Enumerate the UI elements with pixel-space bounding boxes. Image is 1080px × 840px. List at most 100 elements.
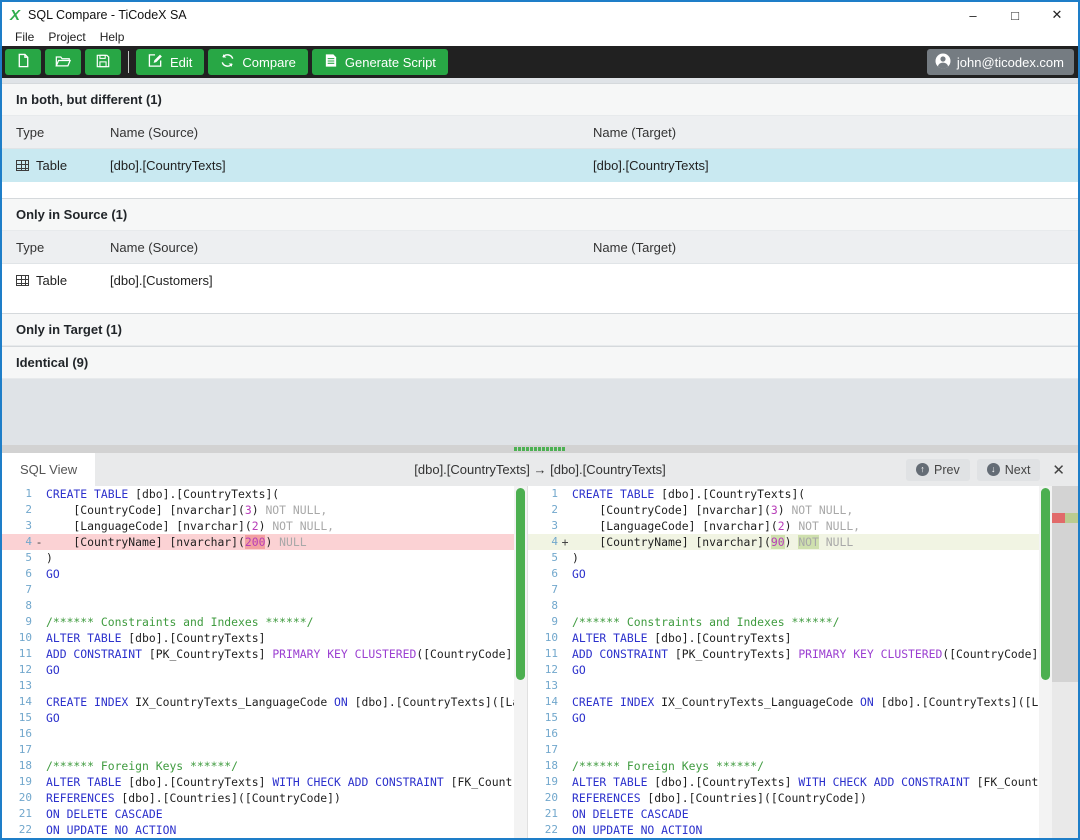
- splitter-grip-icon: [514, 447, 566, 451]
- user-account-badge[interactable]: john@ticodex.com: [927, 49, 1074, 75]
- open-folder-icon: [55, 54, 71, 71]
- line-number: 5: [2, 550, 32, 566]
- compare-button[interactable]: Compare: [208, 49, 307, 75]
- row-type-label: Table: [36, 158, 67, 173]
- arrow-down-circle-icon: ↓: [987, 463, 1000, 476]
- code-line: 19ALTER TABLE [dbo].[CountryTexts] WITH …: [528, 774, 1039, 790]
- save-project-button[interactable]: [85, 49, 121, 75]
- pane-splitter[interactable]: [2, 445, 1078, 453]
- generate-script-button[interactable]: Generate Script: [312, 49, 448, 75]
- code-line: 14CREATE INDEX IX_CountryTexts_LanguageC…: [2, 694, 514, 710]
- code-line: 20REFERENCES [dbo].[Countries]([CountryC…: [528, 790, 1039, 806]
- code-line: 14CREATE INDEX IX_CountryTexts_LanguageC…: [528, 694, 1039, 710]
- overview-removed-mark: [1052, 513, 1065, 523]
- menu-file[interactable]: File: [8, 30, 41, 44]
- code-line: 22ON UPDATE NO ACTION: [2, 822, 514, 838]
- line-number: 8: [2, 598, 32, 614]
- diff-sign: [32, 486, 46, 502]
- diff-sign: [32, 518, 46, 534]
- section-header[interactable]: Only in Source (1): [2, 198, 1078, 231]
- section-header[interactable]: Only in Target (1): [2, 313, 1078, 346]
- code-text: [46, 678, 514, 694]
- table-row[interactable]: Table[dbo].[Customers]: [2, 264, 1078, 297]
- diff-sign: [558, 726, 572, 742]
- section: Only in Target (1): [2, 313, 1078, 346]
- section-header[interactable]: In both, but different (1): [2, 83, 1078, 116]
- line-number: 1: [2, 486, 32, 502]
- line-number: 2: [2, 502, 32, 518]
- close-sqlview-button[interactable]: ✕: [1047, 461, 1070, 479]
- code-text: ALTER TABLE [dbo].[CountryTexts] WITH CH…: [572, 774, 1039, 790]
- diff-sign: [32, 774, 46, 790]
- code-text: [46, 582, 514, 598]
- next-diff-button[interactable]: ↓ Next: [977, 459, 1041, 481]
- source-scrollbar-thumb[interactable]: [516, 488, 525, 680]
- prev-diff-button[interactable]: ↑ Prev: [906, 459, 970, 481]
- line-number: 4: [2, 534, 32, 550]
- table-row[interactable]: Table[dbo].[CountryTexts][dbo].[CountryT…: [2, 149, 1078, 182]
- code-text: [572, 726, 1039, 742]
- code-text: [572, 598, 1039, 614]
- edit-button[interactable]: Edit: [136, 49, 204, 75]
- code-text: /****** Constraints and Indexes ******/: [572, 614, 1039, 630]
- line-number: 17: [528, 742, 558, 758]
- code-text: ADD CONSTRAINT [PK_CountryTexts] PRIMARY…: [572, 646, 1039, 662]
- line-number: 15: [2, 710, 32, 726]
- next-button-label: Next: [1005, 463, 1031, 477]
- diff-sign: [558, 614, 572, 630]
- row-type-label: Table: [36, 273, 67, 288]
- line-number: 2: [528, 502, 558, 518]
- row-type-cell: Table: [2, 158, 110, 173]
- close-button[interactable]: ✕: [1036, 2, 1078, 28]
- tab-sql-view[interactable]: SQL View: [2, 453, 95, 486]
- line-number: 11: [2, 646, 32, 662]
- code-line: 8: [2, 598, 514, 614]
- compare-button-label: Compare: [242, 55, 295, 70]
- code-text: CREATE INDEX IX_CountryTexts_LanguageCod…: [46, 694, 514, 710]
- user-email: john@ticodex.com: [957, 55, 1064, 70]
- diff-overview-ruler[interactable]: [1052, 486, 1078, 838]
- code-text: ON UPDATE NO ACTION: [46, 822, 514, 838]
- diff-sign: [558, 566, 572, 582]
- code-text: GO: [572, 710, 1039, 726]
- code-text: ): [46, 550, 514, 566]
- code-text: REFERENCES [dbo].[Countries]([CountryCod…: [46, 790, 514, 806]
- menubar: File Project Help: [2, 28, 1078, 46]
- code-text: [LanguageCode] [nvarchar](2) NOT NULL,: [572, 518, 1039, 534]
- code-line: 15GO: [2, 710, 514, 726]
- line-number: 20: [2, 790, 32, 806]
- menu-help[interactable]: Help: [93, 30, 132, 44]
- code-text: ON DELETE CASCADE: [46, 806, 514, 822]
- line-number: 7: [528, 582, 558, 598]
- target-scrollbar: [1039, 486, 1052, 838]
- diff-sign: [32, 662, 46, 678]
- diff-sign: [558, 822, 572, 838]
- new-project-button[interactable]: [5, 49, 41, 75]
- line-number: 3: [528, 518, 558, 534]
- line-number: 7: [2, 582, 32, 598]
- code-text: [46, 726, 514, 742]
- code-line: 16: [528, 726, 1039, 742]
- target-scrollbar-thumb[interactable]: [1041, 488, 1050, 680]
- code-line: 19ALTER TABLE [dbo].[CountryTexts] WITH …: [2, 774, 514, 790]
- diff-sign: [558, 582, 572, 598]
- menu-project[interactable]: Project: [41, 30, 92, 44]
- target-code[interactable]: 1CREATE TABLE [dbo].[CountryTexts](2 [Co…: [528, 486, 1039, 838]
- code-text: ADD CONSTRAINT [PK_CountryTexts] PRIMARY…: [46, 646, 514, 662]
- minimize-button[interactable]: –: [952, 2, 994, 28]
- source-code[interactable]: 1CREATE TABLE [dbo].[CountryTexts](2 [Co…: [2, 486, 514, 838]
- column-header-row: TypeName (Source)Name (Target): [2, 231, 1078, 264]
- section-header[interactable]: Identical (9): [2, 346, 1078, 379]
- edit-button-label: Edit: [170, 55, 192, 70]
- code-text: [CountryName] [nvarchar](200) NULL: [46, 534, 514, 550]
- table-icon: [16, 275, 29, 286]
- code-line: 10ALTER TABLE [dbo].[CountryTexts]: [2, 630, 514, 646]
- code-line: 6GO: [528, 566, 1039, 582]
- maximize-button[interactable]: □: [994, 2, 1036, 28]
- line-number: 11: [528, 646, 558, 662]
- diff-sign: [32, 790, 46, 806]
- open-project-button[interactable]: [45, 49, 81, 75]
- line-number: 5: [528, 550, 558, 566]
- diff-sign: [558, 806, 572, 822]
- code-text: [572, 742, 1039, 758]
